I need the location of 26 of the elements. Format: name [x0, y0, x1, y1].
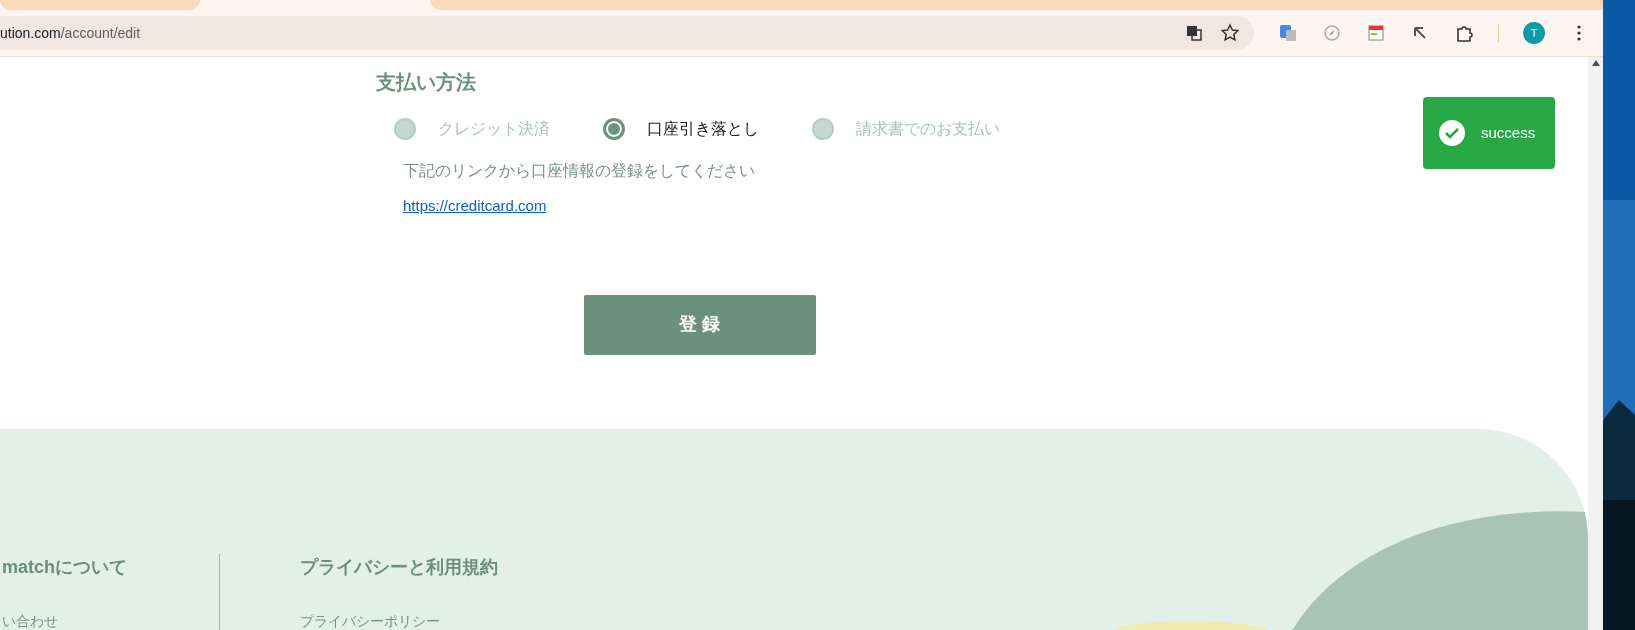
- url-text: ution.com/account/edit: [0, 23, 142, 43]
- section-title: 支払い方法: [376, 70, 477, 95]
- calendar-icon[interactable]: [1366, 23, 1386, 43]
- translate-icon[interactable]: [1184, 23, 1204, 43]
- scroll-up-icon[interactable]: [1591, 60, 1600, 66]
- radio-button[interactable]: [812, 118, 834, 140]
- toast-message: success: [1481, 122, 1536, 143]
- compass-icon[interactable]: [1322, 23, 1342, 43]
- radio-button[interactable]: [603, 118, 625, 140]
- instruction-text: 下記のリンクから口座情報の登録をしてください: [403, 161, 756, 181]
- profile-avatar[interactable]: T: [1523, 22, 1545, 44]
- footer-link[interactable]: い合わせ: [2, 611, 219, 630]
- register-button[interactable]: 登 録: [584, 294, 816, 355]
- radio-label[interactable]: 請求書でのお支払い: [856, 117, 1000, 141]
- footer-link[interactable]: プライバシーポリシー: [300, 611, 498, 630]
- radio-label[interactable]: クレジット決済: [438, 117, 550, 141]
- radio-label[interactable]: 口座引き落とし: [647, 117, 759, 141]
- scrollbar[interactable]: [1588, 57, 1603, 630]
- payment-link[interactable]: https://creditcard.com: [403, 195, 547, 218]
- radio-button[interactable]: [394, 118, 416, 140]
- address-bar[interactable]: ution.com/account/edit: [0, 16, 1254, 50]
- footer-heading: プライバシーと利用規約: [300, 556, 498, 579]
- footer-heading: matchについて: [2, 556, 128, 579]
- star-icon[interactable]: [1220, 23, 1240, 43]
- check-icon: [1439, 120, 1465, 146]
- puzzle-icon[interactable]: [1454, 23, 1474, 43]
